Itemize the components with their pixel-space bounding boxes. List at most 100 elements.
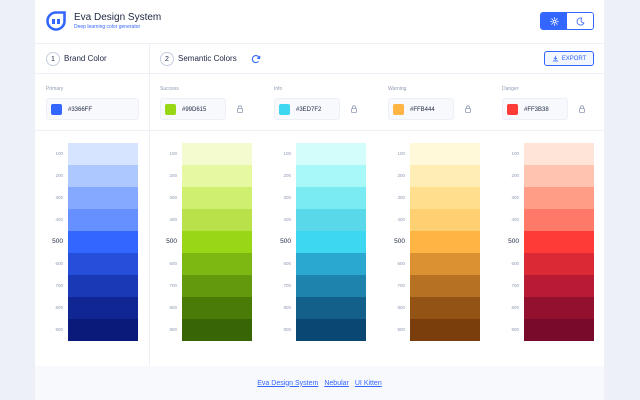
primary-hex-value: #3366FF — [68, 107, 93, 113]
danger-label: Danger — [502, 86, 519, 92]
danger-shade-700[interactable] — [524, 275, 594, 297]
danger-shade-500[interactable] — [524, 231, 594, 253]
dark-theme-button[interactable] — [567, 13, 593, 29]
warning-shade-label: 200 — [397, 173, 405, 178]
danger-shade-400[interactable] — [524, 209, 594, 231]
semantic-section-number: 2 — [160, 52, 174, 66]
warning-shade-500[interactable] — [410, 231, 480, 253]
danger-hex-value: #FF3B38 — [524, 107, 549, 113]
danger-swatch[interactable] — [507, 104, 518, 115]
warning-shade-100[interactable] — [410, 143, 480, 165]
info-shade-label: 500 — [280, 238, 291, 245]
eva-logo-icon[interactable] — [46, 11, 66, 31]
primary-color-field[interactable]: #3366FF — [46, 98, 139, 120]
info-shade-900[interactable] — [296, 319, 366, 341]
semantic-section-title: Semantic Colors — [178, 54, 237, 63]
info-swatch[interactable] — [279, 104, 290, 115]
primary-shade-label: 400 — [55, 217, 63, 222]
warning-shade-300[interactable] — [410, 187, 480, 209]
danger-lock-icon[interactable] — [579, 105, 585, 113]
danger-shade-label: 800 — [511, 305, 519, 310]
primary-shade-400[interactable] — [68, 209, 138, 231]
warning-shade-400[interactable] — [410, 209, 480, 231]
info-shade-label: 600 — [283, 261, 291, 266]
warning-shade-200[interactable] — [410, 165, 480, 187]
success-shade-600[interactable] — [182, 253, 252, 275]
app-subtitle: Deep learning color generator — [74, 24, 141, 30]
primary-swatch[interactable] — [51, 104, 62, 115]
export-button[interactable]: EXPORT — [544, 51, 594, 66]
info-shade-label: 400 — [283, 217, 291, 222]
warning-shade-900[interactable] — [410, 319, 480, 341]
success-shade-label: 400 — [169, 217, 177, 222]
footer-link-ui-kitten[interactable]: UI Kitten — [355, 380, 382, 387]
success-label: Success — [160, 86, 179, 92]
success-shade-label: 100 — [169, 151, 177, 156]
footer-link-eva[interactable]: Eva Design System — [257, 380, 318, 387]
info-color-field[interactable]: #3ED7F2 — [274, 98, 340, 120]
success-shade-400[interactable] — [182, 209, 252, 231]
app-container: Eva Design System Deep learning color ge… — [35, 0, 604, 400]
warning-shade-label: 400 — [397, 217, 405, 222]
primary-shade-label: 700 — [55, 283, 63, 288]
info-shade-200[interactable] — [296, 165, 366, 187]
light-theme-button[interactable] — [541, 13, 567, 29]
success-hex-value: #99D615 — [182, 107, 207, 113]
info-hex-value: #3ED7F2 — [296, 107, 322, 113]
success-shade-200[interactable] — [182, 165, 252, 187]
success-lock-icon[interactable] — [237, 105, 243, 113]
danger-shade-600[interactable] — [524, 253, 594, 275]
info-shade-300[interactable] — [296, 187, 366, 209]
warning-palette-column — [410, 143, 480, 341]
danger-shade-label: 300 — [511, 195, 519, 200]
info-shade-800[interactable] — [296, 297, 366, 319]
success-shade-500[interactable] — [182, 231, 252, 253]
info-shade-700[interactable] — [296, 275, 366, 297]
success-shade-800[interactable] — [182, 297, 252, 319]
danger-shade-300[interactable] — [524, 187, 594, 209]
info-shade-500[interactable] — [296, 231, 366, 253]
info-label: Info — [274, 86, 283, 92]
refresh-icon[interactable] — [251, 54, 261, 64]
warning-label: Warning — [388, 86, 407, 92]
info-shade-100[interactable] — [296, 143, 366, 165]
success-color-field[interactable]: #99D615 — [160, 98, 226, 120]
success-shade-100[interactable] — [182, 143, 252, 165]
success-shade-900[interactable] — [182, 319, 252, 341]
primary-shade-500[interactable] — [68, 231, 138, 253]
primary-shade-700[interactable] — [68, 275, 138, 297]
warning-shade-600[interactable] — [410, 253, 480, 275]
primary-shade-200[interactable] — [68, 165, 138, 187]
theme-toggle — [540, 12, 594, 30]
danger-shade-200[interactable] — [524, 165, 594, 187]
danger-shade-900[interactable] — [524, 319, 594, 341]
danger-shade-100[interactable] — [524, 143, 594, 165]
info-shade-600[interactable] — [296, 253, 366, 275]
warning-shade-800[interactable] — [410, 297, 480, 319]
success-shade-300[interactable] — [182, 187, 252, 209]
primary-shade-label: 200 — [55, 173, 63, 178]
info-lock-icon[interactable] — [351, 105, 357, 113]
primary-shade-800[interactable] — [68, 297, 138, 319]
danger-shade-label: 600 — [511, 261, 519, 266]
palette-area: 100 200 300 400 500 600 700 800 900 100 200 300 400 5… — [35, 131, 604, 366]
primary-shade-300[interactable] — [68, 187, 138, 209]
success-swatch[interactable] — [165, 104, 176, 115]
primary-shade-label: 300 — [55, 195, 63, 200]
info-shade-label: 900 — [283, 327, 291, 332]
danger-shade-800[interactable] — [524, 297, 594, 319]
primary-shade-900[interactable] — [68, 319, 138, 341]
success-shade-700[interactable] — [182, 275, 252, 297]
warning-shade-700[interactable] — [410, 275, 480, 297]
success-shade-label: 900 — [169, 327, 177, 332]
primary-shade-600[interactable] — [68, 253, 138, 275]
danger-shade-label: 400 — [511, 217, 519, 222]
danger-color-field[interactable]: #FF3B38 — [502, 98, 568, 120]
warning-shade-label: 900 — [397, 327, 405, 332]
info-shade-400[interactable] — [296, 209, 366, 231]
warning-color-field[interactable]: #FFB444 — [388, 98, 454, 120]
footer-link-nebular[interactable]: Nebular — [324, 380, 349, 387]
warning-lock-icon[interactable] — [465, 105, 471, 113]
warning-swatch[interactable] — [393, 104, 404, 115]
primary-shade-100[interactable] — [68, 143, 138, 165]
